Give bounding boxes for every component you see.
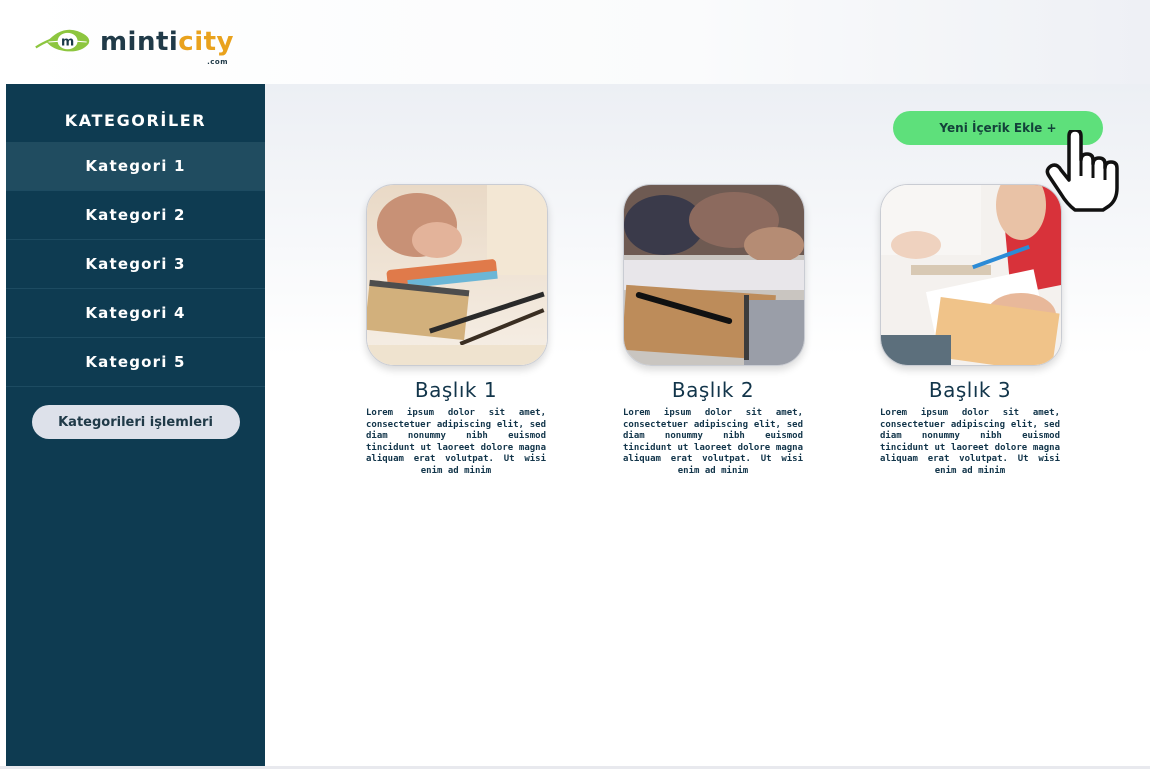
leaf-logo-icon: m bbox=[35, 29, 90, 52]
logo-text-main: minti bbox=[99, 27, 179, 57]
sidebar-item-kategori-4[interactable]: Kategori 4 bbox=[6, 289, 265, 338]
sidebar-item-kategori-5[interactable]: Kategori 5 bbox=[6, 338, 265, 387]
sidebar-item-kategori-3[interactable]: Kategori 3 bbox=[6, 240, 265, 289]
logo-wordmark: minticity .com bbox=[99, 27, 234, 66]
card-image-2 bbox=[623, 184, 805, 366]
card-title-3: Başlık 3 bbox=[928, 378, 1012, 402]
sidebar-title: KATEGORİLER bbox=[64, 111, 207, 130]
content-card-3[interactable]: Başlık 3 Lorem ipsum dolor sit amet, con… bbox=[880, 184, 1062, 477]
card-title-1: Başlık 1 bbox=[414, 378, 498, 402]
header: m minticity .com bbox=[6, 0, 1150, 84]
card-image-3 bbox=[880, 184, 1062, 366]
category-actions-button[interactable]: Kategorileri işlemleri bbox=[31, 405, 240, 439]
card-text-3: Lorem ipsum dolor sit amet, consectetuer… bbox=[880, 408, 1060, 476]
card-image-1 bbox=[366, 184, 548, 366]
content-card-1[interactable]: Başlık 1 Lorem ipsum dolor sit amet, con… bbox=[366, 184, 548, 477]
study-photo-image bbox=[624, 185, 804, 365]
sidebar: KATEGORİLER Kategori 1 Kategori 2 Katego… bbox=[6, 84, 265, 766]
hand-pointer-icon bbox=[1045, 130, 1119, 212]
card-title-2: Başlık 2 bbox=[671, 378, 755, 402]
card-text-2: Lorem ipsum dolor sit amet, consectetuer… bbox=[623, 408, 803, 476]
logo[interactable]: m minticity .com bbox=[34, 20, 234, 66]
study-photo-image bbox=[367, 185, 547, 365]
sidebar-item-kategori-1[interactable]: Kategori 1 bbox=[6, 142, 265, 191]
card-text-1: Lorem ipsum dolor sit amet, consectetuer… bbox=[366, 408, 546, 476]
app-frame: m minticity .com KATEGORİLER Kategori 1 … bbox=[6, 0, 1150, 766]
sidebar-item-kategori-2[interactable]: Kategori 2 bbox=[6, 191, 265, 240]
main-content: Yeni İçerik Ekle + Başlık 1 Lorem ipsum … bbox=[265, 84, 1150, 766]
content-card-2[interactable]: Başlık 2 Lorem ipsum dolor sit amet, con… bbox=[623, 184, 805, 477]
logo-mark-letter: m bbox=[61, 34, 74, 49]
logo-suffix: .com bbox=[207, 58, 228, 66]
logo-text-accent: city bbox=[178, 27, 234, 57]
study-photo-image bbox=[881, 185, 1061, 365]
